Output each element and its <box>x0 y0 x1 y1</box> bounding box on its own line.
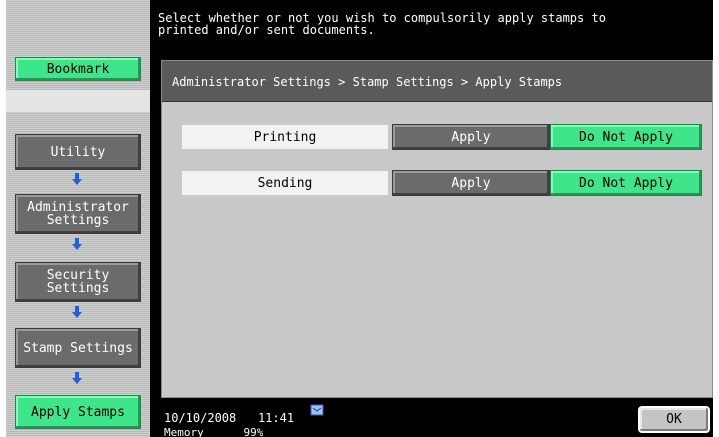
nav-apply-stamps-button[interactable]: Apply Stamps <box>15 395 141 429</box>
date-text: 10/10/2008 <box>164 411 237 425</box>
time-text: 11:41 <box>257 411 295 425</box>
footer-memory: Memory 99% <box>164 426 263 437</box>
breadcrumb-bar: Administrator Settings > Stamp Settings … <box>162 61 712 102</box>
arrow-down-icon <box>70 371 84 385</box>
sidebar: Bookmark Utility Administrator Settings … <box>6 0 150 437</box>
status-icon <box>309 402 325 418</box>
nav-security-settings-button[interactable]: Security Settings <box>15 262 141 302</box>
sending-do-not-apply-button[interactable]: Do Not Apply <box>550 170 702 196</box>
sidebar-divider <box>6 90 150 112</box>
sending-label: Sending <box>182 171 388 195</box>
arrow-down-icon <box>70 305 84 319</box>
nav-stamp-settings-button[interactable]: Stamp Settings <box>15 328 141 368</box>
printing-do-not-apply-button[interactable]: Do Not Apply <box>550 124 702 150</box>
footer-datetime: 10/10/2008 11:41 <box>164 411 294 425</box>
memory-value: 99% <box>243 426 264 437</box>
arrow-down-icon <box>70 237 84 251</box>
printing-label: Printing <box>182 125 388 149</box>
ok-button[interactable]: OK <box>638 406 710 433</box>
printing-apply-button[interactable]: Apply <box>392 124 550 150</box>
main-panel: Administrator Settings > Stamp Settings … <box>161 60 713 398</box>
nav-administrator-settings-button[interactable]: Administrator Settings <box>15 194 141 234</box>
nav-utility-button[interactable]: Utility <box>15 134 141 170</box>
arrow-down-icon <box>70 172 84 186</box>
instruction-message: Select whether or not you wish to compul… <box>158 11 606 37</box>
bookmark-button[interactable]: Bookmark <box>15 57 141 81</box>
control-panel-screen: Bookmark Utility Administrator Settings … <box>6 0 713 437</box>
memory-label: Memory <box>164 426 204 437</box>
breadcrumb: Administrator Settings > Stamp Settings … <box>172 75 563 89</box>
sending-apply-button[interactable]: Apply <box>392 170 550 196</box>
